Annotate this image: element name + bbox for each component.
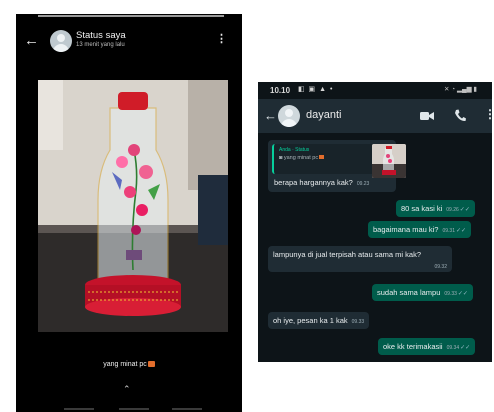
message-bubble-out[interactable]: oke kk terimakasii 09.34✓✓ <box>378 338 476 355</box>
avatar-body <box>53 44 69 52</box>
message-text: berapa hargannya kak? 09.23 <box>274 178 369 187</box>
message-bubble-out[interactable]: 80 sa kasi ki 09.26✓✓ <box>396 200 475 217</box>
system-time: 10.10 <box>270 86 291 95</box>
message-bubble-out[interactable]: sudah sama lampu 09.33✓✓ <box>372 284 473 301</box>
nav-bar-segment <box>119 408 149 410</box>
message-text: sudah sama lampu <box>377 288 441 297</box>
message-time: 09.33 <box>444 291 457 297</box>
back-arrow-icon[interactable]: ← <box>24 33 39 49</box>
read-ticks-icon: ✓✓ <box>459 207 470 213</box>
avatar-head <box>57 34 65 42</box>
quoted-reply-text: berapa hargannya kak? <box>274 178 353 187</box>
read-ticks-icon: ✓✓ <box>457 291 468 297</box>
lamp-photo-illustration <box>38 80 228 332</box>
message-time: 09.32 <box>434 264 447 270</box>
system-status-bar: 10.10 ◧ ▣ ▲ • ✕ ◔ ▂▄▆ ▮ <box>258 82 492 98</box>
message-text: bagaimana mau ki? <box>373 225 439 234</box>
avatar[interactable] <box>278 105 300 127</box>
quoted-message-bubble[interactable]: Anda · Status ◙ yang minat pc berapa har… <box>268 140 406 192</box>
read-ticks-icon: ✓✓ <box>460 345 471 351</box>
lamp-thumbnail-illustration <box>372 144 406 178</box>
nav-bar-segment <box>172 408 202 410</box>
more-vertical-icon[interactable]: ⋮ <box>484 107 492 121</box>
status-owner-name: Status saya <box>76 30 126 41</box>
status-progress-bar <box>38 15 224 17</box>
status-header: ← Status saya 13 menit yang lalu ⋮ <box>16 28 242 58</box>
message-text: oh iye, pesan ka 1 kak <box>273 316 348 325</box>
message-time: 09.26 <box>446 207 459 213</box>
status-caption: yang minat pc <box>16 361 242 368</box>
quote-text: ◙ yang minat pc <box>279 155 325 161</box>
quote-thumbnail <box>372 144 406 178</box>
quote-author: Anda · Status <box>279 147 310 153</box>
avatar-body <box>281 119 297 127</box>
more-vertical-icon[interactable]: ⋮ <box>216 32 227 45</box>
camera-icon: ◙ <box>279 155 283 161</box>
read-ticks-icon: ✓✓ <box>455 228 467 234</box>
contact-name[interactable]: dayanti <box>306 109 341 121</box>
back-arrow-icon[interactable]: ← <box>264 108 277 123</box>
message-text: 80 sa kasi ki <box>401 204 443 213</box>
message-bubble-out[interactable]: bagaimana mau ki? 09.31✓✓ <box>368 221 472 238</box>
message-time: 09.31 <box>442 228 455 234</box>
nav-bar <box>64 408 204 412</box>
status-viewer: ← Status saya 13 menit yang lalu ⋮ yang … <box>16 14 242 412</box>
quoted-status[interactable]: Anda · Status ◙ yang minat pc <box>272 144 406 178</box>
phone-call-icon[interactable] <box>454 109 466 122</box>
status-caption-text: yang minat pc <box>103 361 147 368</box>
message-time: 09.33 <box>351 319 365 325</box>
emoji-icon <box>147 361 155 368</box>
notification-icons: ◧ ▣ ▲ • <box>298 86 334 93</box>
message-text: oke kk terimakasii <box>383 342 443 351</box>
message-time: 09.23 <box>356 181 370 187</box>
message-bubble-in[interactable]: oh iye, pesan ka 1 kak 09.33 <box>268 312 370 329</box>
quote-text-content: yang minat pc <box>283 155 319 161</box>
chat-screen: 10.10 ◧ ▣ ▲ • ✕ ◔ ▂▄▆ ▮ ← dayanti ⋮ Anda… <box>258 82 492 362</box>
avatar[interactable] <box>50 30 72 52</box>
message-time: 09.34 <box>446 345 460 351</box>
video-call-icon[interactable] <box>420 111 434 121</box>
message-text: lampunya di jual terpisah atau sama mi k… <box>273 250 421 259</box>
nav-bar-segment <box>64 408 94 410</box>
avatar-head <box>285 109 293 117</box>
status-time-ago: 13 menit yang lalu <box>76 42 125 48</box>
emoji-icon <box>319 155 325 159</box>
chevron-up-icon[interactable]: ⌃ <box>123 384 131 395</box>
chat-header: ← dayanti ⋮ <box>258 99 492 133</box>
collage-frame: ← Status saya 13 menit yang lalu ⋮ yang … <box>0 0 494 412</box>
message-bubble-in[interactable]: lampunya di jual terpisah atau sama mi k… <box>268 246 452 272</box>
status-photo <box>38 80 228 332</box>
signal-battery-icons: ✕ ◔ ▂▄▆ ▮ <box>444 86 477 93</box>
